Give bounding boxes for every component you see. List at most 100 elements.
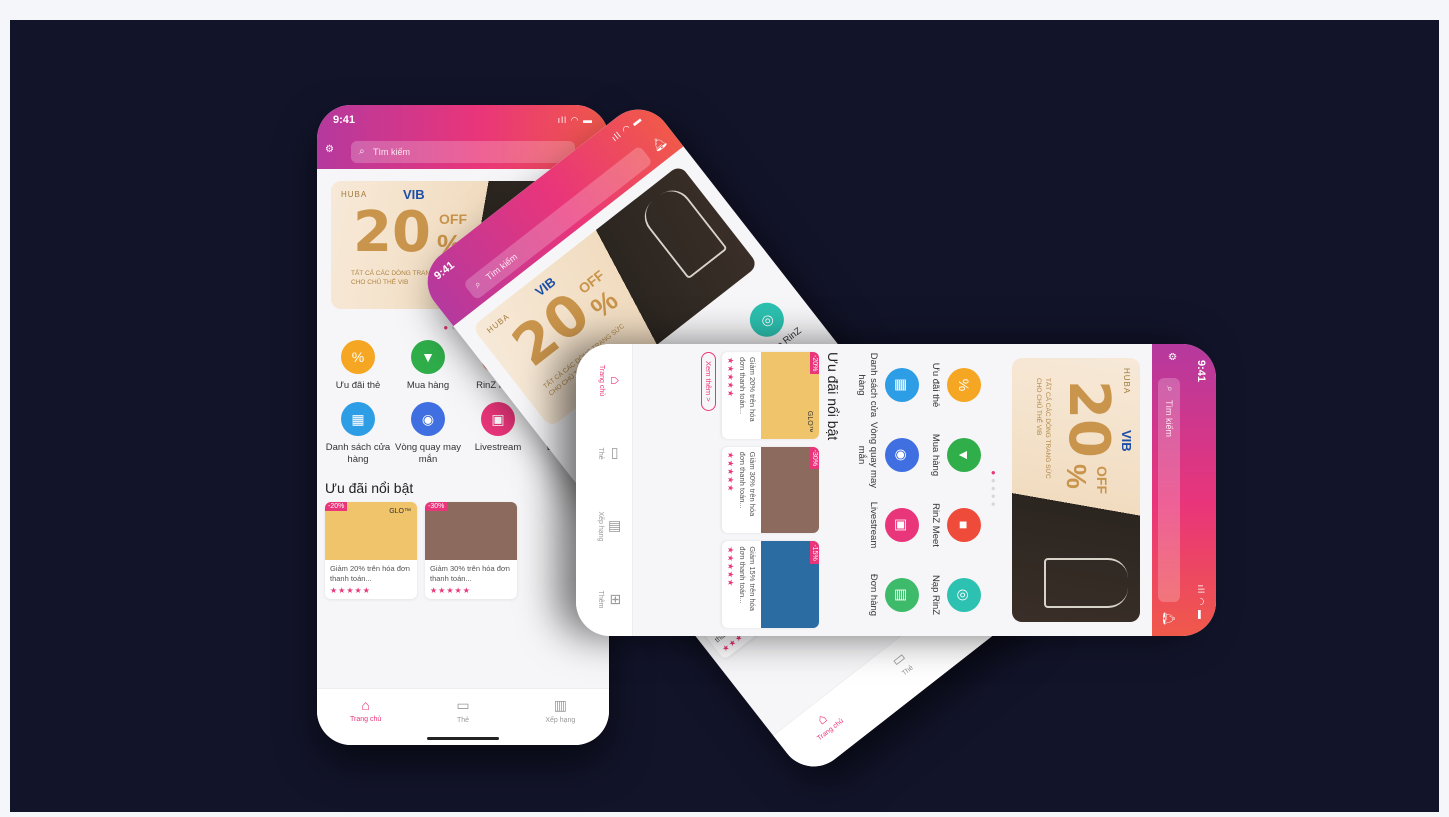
status-icons: ıll ◠ ▬ xyxy=(609,113,644,144)
tab-label: Trang chủ xyxy=(350,716,382,723)
banner-subtitle-line1: TẤT CẢ CÁC DÒNG TRANG SỨC xyxy=(1044,378,1051,479)
grid-item-label: Mua hàng xyxy=(930,433,941,477)
grid-item-card-offers[interactable]: % Ưu đãi thẻ xyxy=(929,350,981,420)
banner-subtitle-line2: CHO CHỦ THẺ VIB xyxy=(1035,378,1042,436)
offer-image: -15% xyxy=(761,541,819,629)
grid-item-top-up[interactable]: ◎ Nạp RinZ xyxy=(929,560,981,630)
grid-item-livestream[interactable]: ▣ Livestream xyxy=(855,490,919,560)
grid-item-label: Mua hàng xyxy=(406,380,450,391)
home-icon: ⌂ xyxy=(813,709,830,728)
grid-item-label: Ưu đãi thẻ xyxy=(335,380,381,391)
search-placeholder: Tìm kiếm xyxy=(373,147,410,157)
store-icon: ▦ xyxy=(341,402,375,436)
see-more-button[interactable]: Xem thêm > xyxy=(701,352,716,411)
featured-title: Ưu đãi nổi bật xyxy=(825,352,841,441)
tab-card[interactable]: ▭ Thẻ xyxy=(576,417,632,490)
tab-ranking[interactable]: ▥ Xếp hạng xyxy=(512,689,609,745)
order-icon: ▤ xyxy=(885,578,919,612)
offer-rating: ★★★★★ xyxy=(726,546,735,588)
banner-discount-number: 20 xyxy=(1056,380,1121,458)
offer-image: -30% xyxy=(425,502,517,560)
home-indicator xyxy=(427,737,499,740)
status-time: 9:41 xyxy=(1195,360,1207,383)
stage-background: 9:41 ıll ◠ ▬ ⚙ ⌕ Tìm kiếm 🔔︎ HUBA VIB 20… xyxy=(10,20,1439,812)
bell-icon[interactable]: 🔔︎ xyxy=(649,134,670,154)
live-icon: ▣ xyxy=(885,508,919,542)
banner-brand: HUBA xyxy=(1122,368,1131,395)
tab-home[interactable]: ⌂ Trang chủ xyxy=(317,689,414,745)
grid-item-label: Đơn hàng xyxy=(868,573,879,617)
grid-item-lucky-wheel[interactable]: ◉ Vòng quay may mắn xyxy=(393,402,463,466)
offer-card[interactable]: -30% Giảm 30% trên hóa đơn thanh toán...… xyxy=(722,446,819,534)
feature-grid: % Ưu đãi thẻ ▼ Mua hàng ■ RinZ Meet ◎ Nạp Ri… xyxy=(845,344,989,636)
bottom-tab-bar: ⌂ Trang chủ ▭ Thẻ ▥ Xếp hạng ⊞ Thêm xyxy=(576,344,633,636)
grid-item-rinz-meet[interactable]: ■ RinZ Meet xyxy=(929,490,981,560)
app-header: 9:41 ıll ◠ ▬ ⚙ ⌕ Tìm kiếm 🔔︎ xyxy=(1152,344,1216,636)
offer-card[interactable]: -30% Giảm 30% trên hóa đơn thanh toán...… xyxy=(425,502,517,599)
status-time: 9:41 xyxy=(333,114,356,126)
banner-percent: % xyxy=(1061,464,1092,489)
wheel-icon: ◉ xyxy=(411,402,445,436)
filter-icon[interactable]: ⚙ xyxy=(325,145,339,159)
offer-image: -20% GLO™ xyxy=(761,352,819,439)
bell-icon[interactable]: 🔔︎ xyxy=(1162,611,1176,626)
tab-label: Trang chủ xyxy=(598,364,605,397)
grid-item-label: Livestream xyxy=(474,442,522,453)
status-time: 9:41 xyxy=(432,259,457,283)
grid-item-orders[interactable]: ▤ Đơn hàng xyxy=(855,560,919,630)
banner-partner: VIB xyxy=(1119,430,1134,452)
discount-badge: -30% xyxy=(810,446,819,470)
ranking-icon: ▥ xyxy=(608,519,624,534)
offer-rating: ★★★★★ xyxy=(330,586,371,595)
offer-logo: GLO™ xyxy=(389,508,411,515)
search-icon: ⌕ xyxy=(1164,386,1175,392)
phone-landscape: 9:41 ıll ◠ ▬ ⚙ ⌕ Tìm kiếm 🔔︎ HUBA VIB 20… xyxy=(576,344,1216,636)
grid-item-card-offers[interactable]: % Ưu đãi thẻ xyxy=(323,340,393,392)
percent-icon: % xyxy=(947,368,981,402)
discount-badge: -15% xyxy=(810,541,819,564)
banner-brand: HUBA xyxy=(341,190,368,199)
tab-label: Thẻ xyxy=(456,717,470,724)
percent-icon: % xyxy=(341,340,375,374)
cart-icon: ▼ xyxy=(947,438,981,472)
banner-pager: ●●●●● xyxy=(989,344,998,636)
grid-item-store-list[interactable]: ▦ Danh sách cửa hàng xyxy=(323,402,393,466)
tab-label: Xếp hạng xyxy=(597,511,604,542)
offer-description: Giảm 30% trên hóa đơn thanh toán... xyxy=(738,451,757,517)
offer-description: Giảm 15% trên hóa đơn thanh toán... xyxy=(738,546,757,611)
tab-ranking[interactable]: ▥ Xếp hạng xyxy=(576,490,632,563)
discount-badge: -20% xyxy=(810,352,819,375)
offer-card[interactable]: -20% GLO™ Giảm 20% trên hóa đơn thanh toá… xyxy=(722,352,819,439)
card-icon: ▭ xyxy=(608,446,624,461)
featured-cards: -20% GLO™ Giảm 20% trên hóa đơn thanh toá… xyxy=(317,502,609,599)
grid-item-label: Ưu đãi thẻ xyxy=(930,362,941,408)
grid-item-shopping[interactable]: ▼ Mua hàng xyxy=(929,420,981,490)
offer-card[interactable]: -15% Giảm 15% trên hóa đơn thanh toán...… xyxy=(722,541,819,629)
promo-banner[interactable]: HUBA VIB 20 OFF % TẤT CẢ CÁC DÒNG TRANG … xyxy=(1012,358,1140,622)
home-icon: ⌂ xyxy=(608,376,624,385)
status-icons: ıll ◠ ▬ xyxy=(557,115,593,125)
grid-item-label: RinZ Meet xyxy=(930,503,941,547)
offer-description: Giảm 20% trên hóa đơn thanh toán... xyxy=(738,357,757,422)
search-icon: ⌕ xyxy=(472,278,484,291)
featured-title: Ưu đãi nổi bật xyxy=(325,480,414,496)
tab-home[interactable]: ⌂ Trang chủ xyxy=(576,344,632,417)
grid-item-store-list[interactable]: ▦ Danh sách cửa hàng xyxy=(855,350,919,420)
search-input[interactable]: ⌕ Tìm kiếm xyxy=(351,141,575,163)
filter-icon[interactable]: ⚙ xyxy=(1162,352,1177,366)
offer-description: Giảm 20% trên hóa đơn thanh toán... xyxy=(330,564,410,583)
home-icon: ⌂ xyxy=(361,697,370,713)
grid-item-lucky-wheel[interactable]: ◉ Vòng quay may mắn xyxy=(855,420,919,490)
grid-item-label: Livestream xyxy=(868,501,879,549)
offer-logo: GLO™ xyxy=(806,410,813,433)
search-placeholder: Tìm kiếm xyxy=(1164,400,1174,437)
grid-item-label: Vòng quay may mắn xyxy=(856,421,879,488)
grid-item-shopping[interactable]: ▼ Mua hàng xyxy=(393,340,463,392)
topup-icon: ◎ xyxy=(947,578,981,612)
tab-more[interactable]: ⊞ Thêm xyxy=(576,563,632,636)
offer-rating: ★★★★★ xyxy=(430,586,471,595)
grid-item-label: Nạp RinZ xyxy=(930,574,941,616)
offer-card[interactable]: -20% GLO™ Giảm 20% trên hóa đơn thanh toá… xyxy=(325,502,417,599)
search-icon: ⌕ xyxy=(359,146,365,157)
search-input[interactable]: ⌕ Tìm kiếm xyxy=(1158,378,1180,602)
